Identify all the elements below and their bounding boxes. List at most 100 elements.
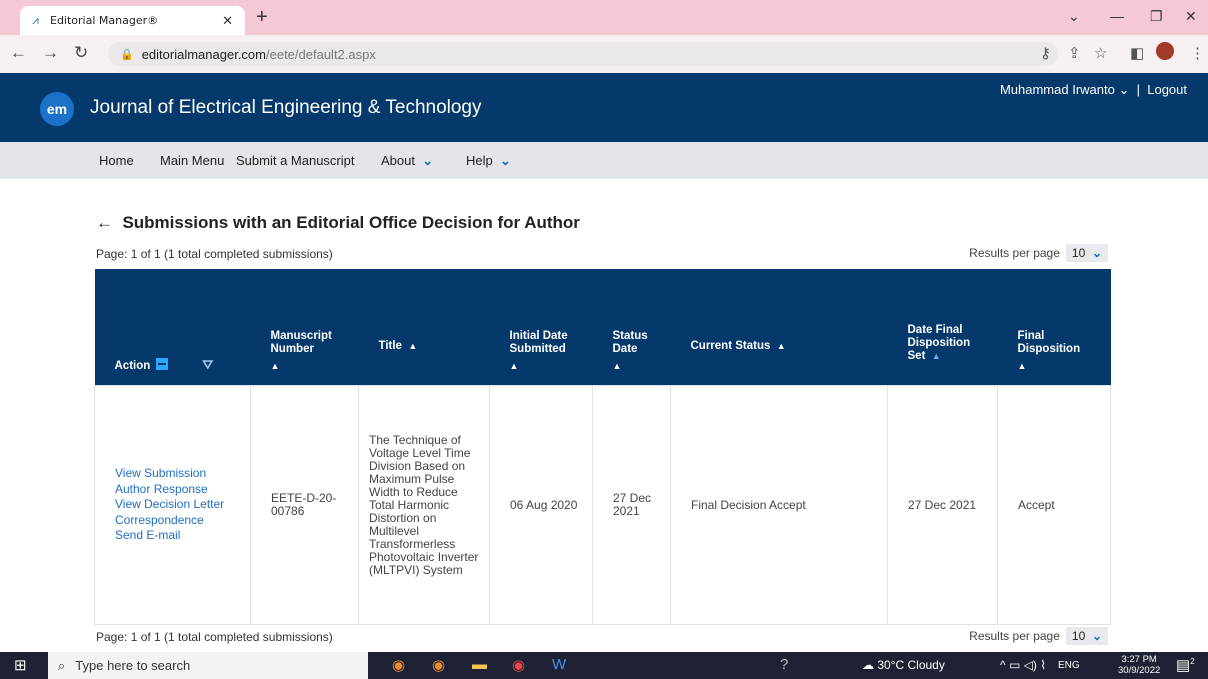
author-response-link[interactable]: Author Response [115,482,240,498]
results-per-page-select[interactable]: 10 ⌄ [1065,244,1108,262]
url-host: editorialmanager.com [141,46,266,62]
chrome-active-icon[interactable]: ◉ [512,656,525,674]
tab-title: Editorial Manager® [50,14,159,27]
logout-link[interactable]: Logout [1147,82,1187,97]
nav-main-menu[interactable]: Main Menu [160,153,224,168]
nav-submit-manuscript[interactable]: Submit a Manuscript [236,153,355,168]
browser-menu-icon[interactable]: ⋮ [1190,44,1205,62]
sort-up-icon[interactable]: ▲ [510,360,581,373]
sort-up-icon[interactable]: ▲ [613,360,659,373]
tray-icons[interactable]: ^ ▭ ◁) ⌇ [1000,658,1046,672]
manuscript-number-cell: EETE-D-20-00786 [250,385,359,625]
browser-tab[interactable]: ⩘ Editorial Manager® ✕ [20,6,245,35]
tab-search-chevron-icon[interactable]: ⌄ [1068,8,1080,25]
column-header-manuscript-number[interactable]: Manuscript Number ▲ [250,269,359,386]
windows-start-icon[interactable]: ⊞ [14,656,27,674]
sort-up-icon[interactable]: ▲ [408,341,417,351]
final-disposition-cell: Accept [997,385,1111,625]
page-info-top: Page: 1 of 1 (1 total completed submissi… [96,247,333,261]
date: 30/9/2022 [1118,665,1161,676]
collapse-actions-icon[interactable] [156,358,169,370]
sort-up-active-icon[interactable]: ▲ [932,351,941,361]
column-header-current-status[interactable]: Current Status ▲ [670,269,888,386]
forward-arrow-icon[interactable]: → [42,43,59,63]
help-icon[interactable]: ? [780,656,788,673]
lock-icon: 🔒 [120,48,134,61]
bookmark-star-icon[interactable]: ☆ [1094,44,1107,62]
word-icon[interactable]: W [552,656,566,673]
results-per-page-label: Results per page [969,629,1060,643]
send-email-link[interactable]: Send E-mail [115,528,240,544]
profile-avatar[interactable] [1156,42,1174,60]
column-header-initial-date[interactable]: Initial Date Submitted ▲ [489,269,593,386]
browser-toolbar: ← → ↻ 🔒 editorialmanager.com/eete/defaul… [0,35,1208,74]
side-panel-icon[interactable]: ◧ [1130,44,1144,62]
chevron-down-icon: ⌄ [422,153,434,168]
results-per-page-bottom: Results per page 10 ⌄ [969,627,1108,645]
nav-help[interactable]: Help ⌄ [466,153,511,169]
action-header-label: Action [114,360,151,372]
action-cell: View Submission Author Response View Dec… [94,385,251,625]
cloud-icon: ☁ [862,658,874,672]
column-header-final-disposition[interactable]: Final Disposition ▲ [997,269,1111,386]
submissions-table: Action ⛛ Manuscript Number ▲ Title ▲ Initi… [94,269,1111,625]
sort-up-icon[interactable]: ▲ [271,360,347,373]
search-icon: ⌕ [58,657,66,673]
user-name-link[interactable]: Muhammad Irwanto [1000,82,1115,97]
nav-about[interactable]: About ⌄ [381,153,433,169]
table-row: View Submission Author Response View Dec… [94,385,1111,625]
notification-count: 2 [1190,657,1195,666]
column-header-title[interactable]: Title ▲ [358,269,490,386]
user-dropdown-chevron-icon[interactable]: ⌄ [1118,82,1129,97]
view-submission-link[interactable]: View Submission [115,466,240,482]
current-status-cell: Final Decision Accept [670,385,888,625]
correspondence-link[interactable]: Correspondence [115,513,240,529]
sort-up-icon[interactable]: ▲ [777,341,786,351]
reload-icon[interactable]: ↻ [74,43,88,63]
chrome-icon[interactable]: ◉ [392,656,405,674]
page-title: ← Submissions with an Editorial Office D… [96,213,580,233]
column-header-date-final-disposition[interactable]: Date Final Disposition Set ▲ [887,269,998,386]
header-label: Initial Date Submitted [509,330,568,355]
editorial-manager-favicon-icon: ⩘ [32,13,39,27]
user-menu: Muhammad Irwanto ⌄ | Logout [1000,82,1187,98]
header-label: Current Status [690,340,771,352]
back-arrow-icon[interactable]: ← [96,213,122,232]
status-date-cell: 27 Dec 2021 [592,385,671,625]
header-label: Status Date [612,330,648,355]
taskbar-search[interactable]: ⌕ Type here to search [48,652,368,679]
notifications-icon[interactable]: ▤2 [1176,656,1195,674]
title-cell: The Technique of Voltage Level Time Divi… [358,385,490,625]
new-tab-icon[interactable]: + [256,6,268,29]
chrome-icon[interactable]: ◉ [432,656,445,674]
page-title-text: Submissions with an Editorial Office Dec… [122,213,580,232]
language-indicator[interactable]: ENG [1058,660,1080,671]
nav-home[interactable]: Home [99,153,134,168]
page-info-bottom: Page: 1 of 1 (1 total completed submissi… [96,630,333,644]
file-explorer-icon[interactable]: ▬ [472,656,487,673]
minimize-icon[interactable]: — [1110,8,1124,24]
back-arrow-icon[interactable]: ← [10,43,27,63]
close-window-icon[interactable]: ✕ [1185,8,1197,25]
password-key-icon[interactable]: ⚷ [1040,44,1051,62]
clock[interactable]: 3:27 PM 30/9/2022 [1118,654,1160,676]
restore-icon[interactable]: ❐ [1150,8,1163,25]
column-header-status-date[interactable]: Status Date ▲ [592,269,671,386]
sort-up-icon[interactable]: ▲ [1018,360,1099,373]
table-header-row: Action ⛛ Manuscript Number ▲ Title ▲ Initi… [94,269,1111,386]
address-bar[interactable]: 🔒 editorialmanager.com/eete/default2.asp… [108,42,1058,66]
chevron-down-icon: ⌄ [1091,629,1102,643]
view-decision-letter-link[interactable]: View Decision Letter [115,497,240,513]
results-per-page-select[interactable]: 10 ⌄ [1065,627,1108,645]
weather-widget[interactable]: ☁ 30°C Cloudy [862,658,945,672]
results-per-page-top: Results per page 10 ⌄ [969,244,1108,262]
close-tab-icon[interactable]: ✕ [222,13,233,29]
share-icon[interactable]: ⇪ [1068,44,1081,62]
filter-icon[interactable]: ⛛ [202,357,213,372]
initial-date-cell: 06 Aug 2020 [489,385,593,625]
em-logo[interactable]: em [40,92,74,126]
nav-help-label: Help [466,153,493,168]
site-header: em Journal of Electrical Engineering & T… [0,73,1208,142]
results-per-page-value: 10 [1071,629,1086,643]
url-path: /eete/default2.aspx [266,46,376,62]
